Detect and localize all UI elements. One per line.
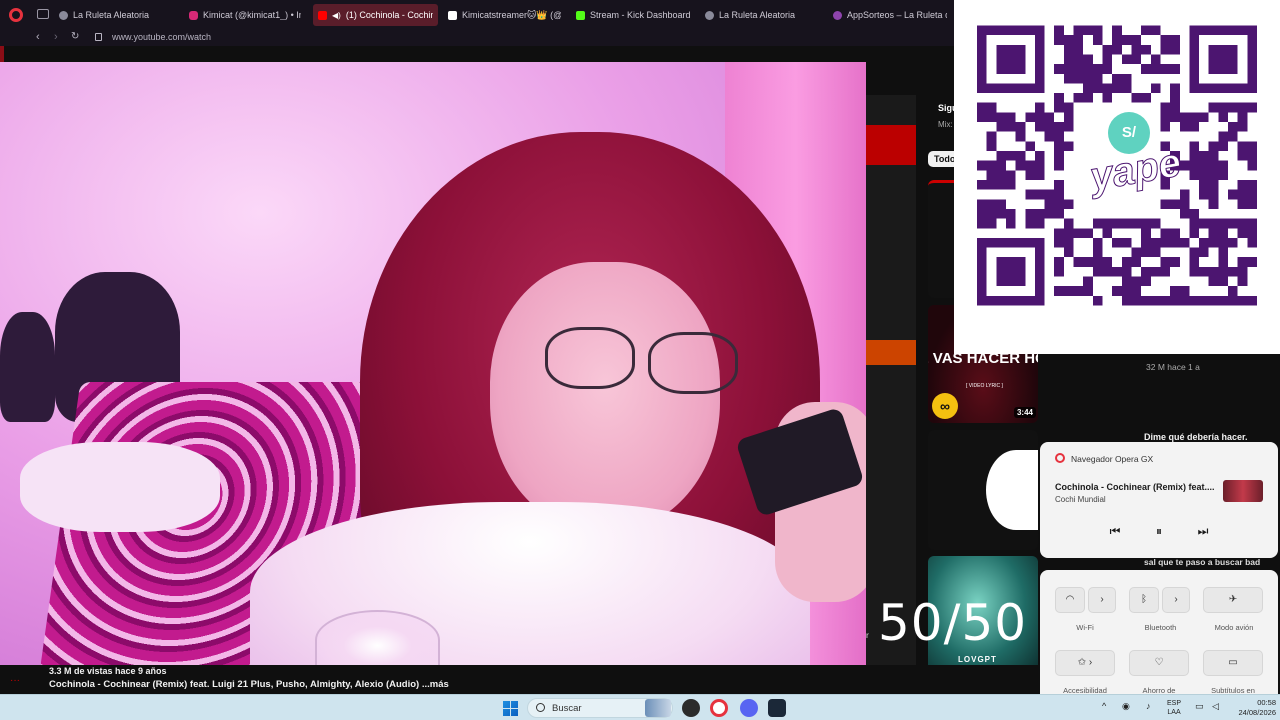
monitor-icon[interactable]: ▭: [1195, 701, 1204, 712]
appsorteos-icon: [833, 10, 842, 20]
infinity-logo-icon: ∞: [932, 393, 958, 419]
opera-gx-icon: [1055, 453, 1065, 463]
sidebar-fragment: r: [866, 630, 869, 640]
url-field[interactable]: www.youtube.com/watch: [112, 32, 211, 42]
speaker-icon: ◀): [332, 10, 341, 20]
tab-tiktok[interactable]: Kimicatstreamer🐱👑 (@: [443, 4, 566, 26]
tab-ruleta-1[interactable]: La Ruleta Aleatoria: [54, 4, 178, 26]
browser-tab-bar: La Ruleta Aleatoria Kimicat (@kimicat1_)…: [0, 0, 955, 30]
sidebar-thumbnail[interactable]: [928, 430, 1038, 550]
media-popup: Navegador Opera GX Cochinola - Cochinear…: [1040, 442, 1278, 558]
mix-label: Mix:: [938, 120, 953, 129]
language-indicator[interactable]: ESP LAA: [1167, 699, 1181, 717]
wifi-expand[interactable]: ›: [1088, 587, 1116, 613]
duration-badge: 3:44: [1013, 407, 1036, 418]
sidebar-thumbnail-strip: [866, 95, 916, 675]
media-app-name: Navegador Opera GX: [1071, 454, 1154, 464]
youtube-icon: [318, 10, 327, 20]
screen: La Ruleta Aleatoria Kimicat (@kimicat1_)…: [0, 0, 1280, 720]
reload-icon[interactable]: ↻: [71, 31, 79, 42]
forward-icon[interactable]: ›: [54, 31, 58, 43]
globe-icon: [59, 10, 68, 20]
quick-settings-panel: ◠ › ᛒ › ✈ Wi-Fi Bluetooth Modo avión ✩ ›…: [1040, 570, 1278, 695]
media-artist: Cochi Mundial: [1055, 495, 1106, 504]
address-bar: ‹ › ↻ www.youtube.com/watch: [0, 30, 955, 46]
accessibility-icon: ✩ ›: [1077, 657, 1093, 668]
chevron-up-icon[interactable]: ^: [1102, 701, 1106, 711]
video-title[interactable]: Cochinola - Cochinear (Remix) feat. Luig…: [49, 679, 449, 690]
more-icon[interactable]: ···: [10, 675, 20, 686]
app-icon[interactable]: [682, 699, 700, 717]
globe-icon: [705, 10, 714, 20]
airplane-toggle[interactable]: ✈: [1203, 587, 1263, 613]
taskbar: Buscar ^ ◉ ♪ ESP LAA ▭ ◁ 00:58 24/08/202…: [0, 694, 1280, 720]
kick-icon: [576, 10, 585, 20]
tab-kick[interactable]: Stream - Kick Dashboard: [571, 4, 695, 26]
tab-appsorteos[interactable]: AppSorteos – La Ruleta de: [828, 4, 952, 26]
microphone-icon[interactable]: ♪: [1146, 701, 1151, 711]
previous-track-icon[interactable]: ⏮: [1105, 524, 1125, 539]
windows-start-icon[interactable]: [503, 701, 518, 716]
qr-finder-center: [996, 257, 1026, 287]
live-captions-toggle[interactable]: ▭: [1203, 650, 1263, 676]
chevron-right-icon: ›: [1100, 594, 1104, 605]
lock-icon: [95, 33, 102, 41]
search-icon: [536, 703, 545, 712]
clock[interactable]: 00:58 24/08/2026: [1232, 698, 1276, 718]
wifi-label: Wi-Fi: [1076, 623, 1094, 632]
opera-taskbar-icon[interactable]: [710, 699, 728, 717]
battery-saver-icon: ♡: [1154, 657, 1164, 668]
bluetooth-toggle[interactable]: ᛒ: [1129, 587, 1159, 613]
captions-icon: ▭: [1228, 657, 1238, 668]
airplane-icon: ✈: [1228, 594, 1238, 605]
view-count: 3.3 M de vistas hace 9 años: [49, 666, 167, 676]
tab-youtube[interactable]: ◀) (1) Cochinola - Cochin: [313, 4, 438, 26]
steam-icon[interactable]: [768, 699, 786, 717]
search-highlight-icon: [645, 699, 671, 717]
video-title[interactable]: Dime qué debería hacer.: [1144, 432, 1248, 442]
bluetooth-expand[interactable]: ›: [1162, 587, 1190, 613]
qr-finder-center: [1208, 44, 1238, 74]
bluetooth-label: Bluetooth: [1144, 623, 1177, 632]
next-track-icon[interactable]: ⏭: [1193, 524, 1213, 539]
workspaces-icon[interactable]: [37, 9, 49, 19]
battery-saver-toggle[interactable]: ♡: [1129, 650, 1189, 676]
opera-gx-logo-icon[interactable]: [9, 8, 23, 22]
network-tray-icon[interactable]: ◉: [1122, 701, 1130, 712]
video-info: ··· 3.3 M de vistas hace 9 años Cochinol…: [0, 665, 1040, 694]
bluetooth-icon: ᛒ: [1141, 594, 1147, 605]
chevron-right-icon: ›: [1174, 594, 1178, 605]
airplane-label: Modo avión: [1214, 623, 1254, 632]
pause-icon[interactable]: ⏸: [1149, 524, 1169, 539]
media-song-title: Cochinola - Cochinear (Remix) feat....: [1055, 482, 1215, 492]
accessibility-toggle[interactable]: ✩ ›: [1055, 650, 1115, 676]
back-icon[interactable]: ‹: [36, 31, 40, 43]
speaker-tray-icon[interactable]: ◁: [1212, 701, 1219, 712]
tab-ruleta-2[interactable]: La Ruleta Aleatoria: [700, 4, 824, 26]
instagram-icon: [189, 10, 198, 20]
album-art: [1223, 480, 1263, 502]
qr-finder-center: [996, 44, 1026, 74]
tiktok-icon: [448, 10, 457, 20]
wifi-toggle[interactable]: ◠: [1055, 587, 1085, 613]
thumbnail-subtitle: [ VIDEO LYRIC ]: [966, 383, 1003, 389]
video-meta: 32 M hace 1 a: [1146, 362, 1200, 372]
wifi-icon: ◠: [1065, 594, 1075, 605]
tab-instagram[interactable]: Kimicat (@kimicat1_) • Inst: [184, 4, 306, 26]
thumbnail-graphic: [986, 450, 1038, 530]
thumbnail-brand: LOVGPT: [958, 655, 997, 664]
webcam-video[interactable]: [0, 62, 866, 665]
search-placeholder: Buscar: [552, 703, 582, 714]
video-title[interactable]: sal que te paso a buscar bad: [1144, 557, 1260, 567]
discord-icon[interactable]: [740, 699, 758, 717]
